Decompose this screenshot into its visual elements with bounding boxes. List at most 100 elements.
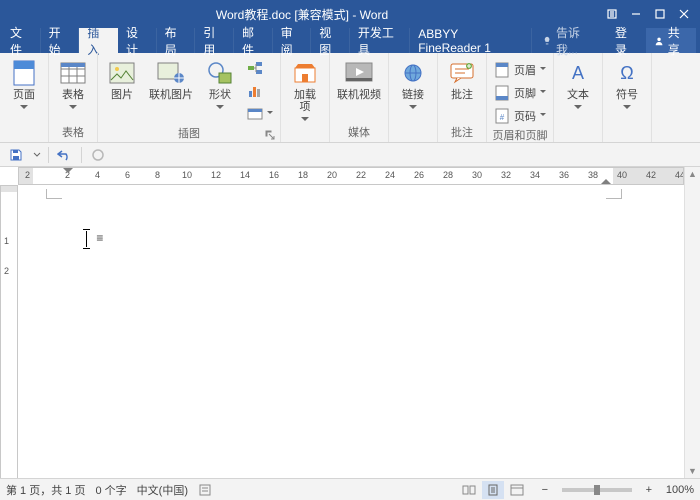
ruler-tick: 1	[4, 236, 9, 246]
shapes-button[interactable]: 形状	[199, 55, 241, 117]
tab-layout[interactable]: 布局	[157, 28, 196, 53]
chart-button[interactable]	[243, 80, 277, 102]
chevron-down-icon	[216, 105, 224, 113]
smartart-button[interactable]	[243, 57, 277, 79]
undo-button[interactable]	[55, 145, 75, 165]
vertical-scrollbar[interactable]	[684, 167, 700, 478]
group-header-footer-label: 页眉和页脚	[490, 127, 550, 143]
close-button[interactable]	[672, 4, 696, 24]
header-button[interactable]: 页眉	[490, 59, 550, 81]
tab-view[interactable]: 视图	[311, 28, 350, 53]
tab-home[interactable]: 开始	[41, 28, 80, 53]
screenshot-button[interactable]	[243, 103, 277, 125]
svg-text:#: #	[500, 113, 505, 122]
online-pictures-button[interactable]: 联机图片	[145, 55, 197, 105]
vertical-ruler[interactable]: 1 2	[0, 185, 18, 496]
ruler-tick: 18	[298, 170, 308, 180]
save-button[interactable]	[6, 145, 26, 165]
tab-developer[interactable]: 开发工具	[350, 28, 410, 53]
group-illustrations-label: 插图	[101, 125, 277, 141]
online-video-label: 联机视频	[337, 89, 381, 101]
group-symbols: Ω 符号	[603, 53, 652, 142]
chevron-down-icon	[540, 67, 546, 73]
page-canvas[interactable]: ≡	[18, 167, 684, 478]
online-video-button[interactable]: 联机视频	[333, 55, 385, 105]
comment-button[interactable]: 批注	[441, 55, 483, 105]
group-pages: 页面	[0, 53, 49, 142]
chevron-down-icon	[540, 90, 546, 96]
cover-page-button[interactable]: 页面	[3, 55, 45, 117]
ruler-tick: 44	[675, 170, 684, 180]
word-count-status[interactable]: 0 个字	[95, 482, 126, 498]
separator	[81, 147, 82, 163]
ruler-tick: 8	[155, 170, 160, 180]
share-button[interactable]: 共享	[646, 28, 696, 53]
page-number-button[interactable]: #页码	[490, 105, 550, 127]
horizontal-ruler[interactable]: 2 2 4 6 8 10 12 14 16 18 20 22 24 26 28 …	[18, 167, 684, 185]
tab-abbyy[interactable]: ABBYY FineReader 1	[410, 28, 532, 53]
zoom-out-button[interactable]: −	[538, 484, 552, 496]
print-layout-button[interactable]	[482, 481, 504, 499]
group-text: A 文本	[554, 53, 603, 142]
group-comments: 批注 批注	[438, 53, 487, 142]
ruler-tick: 10	[182, 170, 192, 180]
ruler-tick: 24	[385, 170, 395, 180]
cover-page-label: 页面	[13, 89, 35, 101]
group-tables-label: 表格	[52, 124, 94, 140]
ruler-tick: 20	[327, 170, 337, 180]
ruler-tick: 6	[125, 170, 130, 180]
tab-mailings[interactable]: 邮件	[234, 28, 273, 53]
addins-button[interactable]: 加载 项	[284, 55, 326, 129]
right-indent-marker[interactable]	[601, 176, 611, 184]
minimize-button[interactable]	[624, 4, 648, 24]
zoom-level-status[interactable]: 100%	[666, 484, 694, 496]
tab-references[interactable]: 引用	[195, 28, 234, 53]
symbol-button[interactable]: Ω 符号	[606, 55, 648, 117]
chevron-down-icon	[20, 105, 28, 113]
redo-button[interactable]	[88, 145, 108, 165]
ruler-tick: 40	[617, 170, 627, 180]
ruler-tick: 30	[472, 170, 482, 180]
chevron-down-icon	[540, 113, 546, 119]
separator	[48, 147, 49, 163]
page-count-status[interactable]: 第 1 页，共 1 页	[6, 482, 85, 498]
dialog-launcher-icon[interactable]	[265, 130, 275, 140]
footer-button[interactable]: 页脚	[490, 82, 550, 104]
link-button[interactable]: 链接	[392, 55, 434, 117]
chart-icon	[247, 83, 263, 99]
tab-design[interactable]: 设计	[118, 28, 157, 53]
tab-review[interactable]: 审阅	[273, 28, 312, 53]
table-icon	[59, 59, 87, 87]
first-line-indent-marker[interactable]	[63, 168, 73, 176]
zoom-in-button[interactable]: +	[642, 484, 656, 496]
qat-dropdown[interactable]	[32, 145, 42, 165]
table-button[interactable]: 表格	[52, 55, 94, 117]
zoom-slider[interactable]	[562, 488, 632, 492]
page-icon	[10, 59, 38, 87]
track-changes-icon[interactable]	[198, 483, 212, 497]
ruler-tick: 42	[646, 170, 656, 180]
online-picture-icon	[157, 59, 185, 87]
web-layout-button[interactable]	[506, 481, 528, 499]
language-status[interactable]: 中文(中国)	[137, 482, 188, 498]
pictures-button[interactable]: 图片	[101, 55, 143, 105]
svg-text:Ω: Ω	[620, 63, 633, 83]
comment-label: 批注	[451, 89, 473, 101]
footer-icon	[494, 85, 510, 101]
page-corner-left	[46, 189, 62, 199]
quick-access-toolbar	[0, 143, 700, 167]
person-icon	[654, 35, 664, 47]
header-label: 页眉	[514, 62, 536, 78]
read-mode-button[interactable]	[458, 481, 480, 499]
maximize-button[interactable]	[648, 4, 672, 24]
omega-icon: Ω	[613, 59, 641, 87]
tab-file[interactable]: 文件	[2, 28, 41, 53]
online-pictures-label: 联机图片	[149, 89, 193, 101]
group-media-label: 媒体	[333, 124, 385, 140]
textbox-button[interactable]: A 文本	[557, 55, 599, 117]
chevron-down-icon	[623, 105, 631, 113]
ruler-tick: 22	[356, 170, 366, 180]
tab-insert[interactable]: 插入	[79, 28, 118, 53]
ribbon-options-button[interactable]	[600, 4, 624, 24]
symbol-label: 符号	[616, 89, 638, 101]
